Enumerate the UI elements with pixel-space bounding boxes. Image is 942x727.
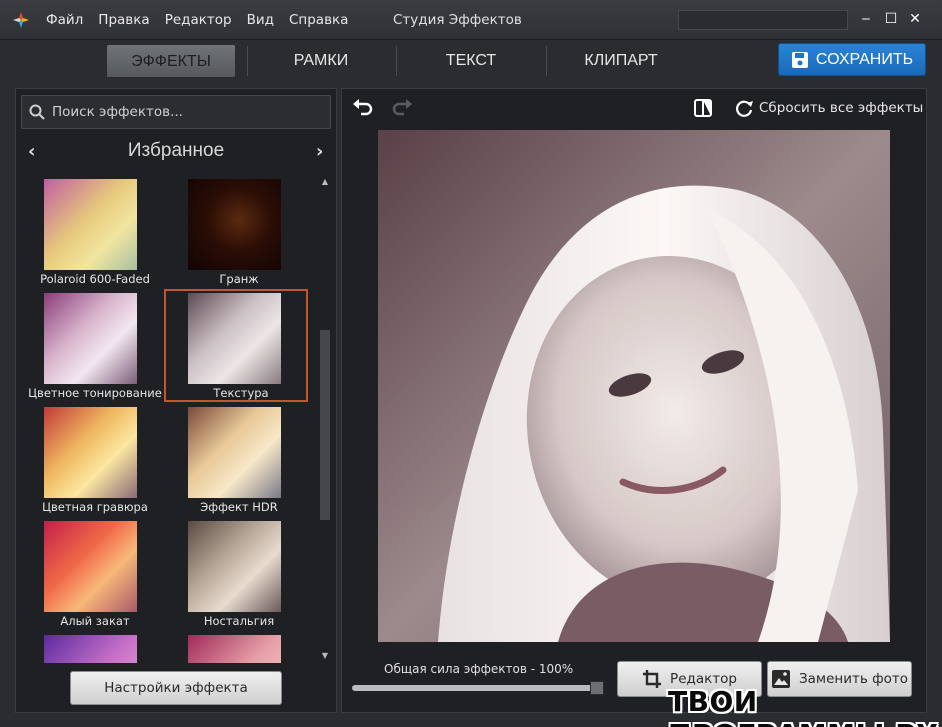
effect-label: Эффект HDR	[200, 500, 278, 514]
effect-strength-label: Общая сила эффектов - 100%	[384, 662, 574, 676]
effect-settings-button[interactable]: Настройки эффекта	[70, 671, 282, 705]
tab-effects[interactable]: ЭФФЕКТЫ	[106, 44, 236, 78]
category-switcher: Избранное ‹ ›	[16, 135, 336, 171]
effect-label: Polaroid 600-Faded	[40, 272, 150, 286]
search-icon	[29, 104, 45, 120]
redo-icon[interactable]	[391, 99, 413, 117]
title-bar: Файл Правка Редактор Вид Справка Студия …	[0, 0, 942, 40]
close-button[interactable]: ✕	[907, 10, 923, 28]
effect-label: Цветное тонирование	[28, 386, 162, 400]
scroll-down-arrow-icon[interactable]: ▼	[320, 651, 330, 661]
effect-thumbnail[interactable]	[164, 631, 308, 663]
crop-icon	[643, 670, 662, 688]
tab-frames[interactable]: РАМКИ	[256, 44, 386, 78]
tab-divider	[396, 46, 397, 76]
menu-editor[interactable]: Редактор	[165, 12, 232, 28]
reset-effects-label: Сбросить все эффекты	[759, 100, 924, 116]
scroll-up-arrow-icon[interactable]: ▲	[320, 177, 330, 187]
effect-preview-image	[44, 635, 137, 663]
effect-label: Цветная гравюра	[42, 500, 148, 514]
photo-preview	[378, 130, 890, 642]
effect-thumbnail[interactable]	[20, 631, 164, 663]
effect-preview-image	[188, 179, 281, 270]
effect-preview-image	[188, 293, 281, 384]
menu-file[interactable]: Файл	[46, 12, 83, 28]
category-title: Избранное	[127, 140, 225, 161]
effect-strength-slider[interactable]	[352, 685, 604, 691]
effect-thumbnail[interactable]: Гранж	[164, 175, 308, 288]
menu-help[interactable]: Справка	[289, 12, 348, 28]
effects-scrollbar[interactable]: ▲ ▼	[319, 175, 331, 663]
compare-icon[interactable]	[692, 97, 714, 119]
tab-divider	[546, 46, 547, 76]
menu-edit[interactable]: Правка	[98, 12, 149, 28]
maximize-button[interactable]: ☐	[883, 10, 899, 28]
effect-thumbnail[interactable]: Цветная гравюра	[20, 403, 164, 516]
effect-preview-image	[44, 407, 137, 498]
next-category-button[interactable]: ›	[316, 141, 323, 162]
undo-icon[interactable]	[352, 99, 374, 117]
effect-preview-image	[44, 293, 137, 384]
effect-thumbnail[interactable]: Цветное тонирование	[20, 289, 164, 402]
save-button[interactable]: СОХРАНИТЬ	[778, 43, 926, 76]
search-box	[21, 95, 331, 129]
effect-thumbnail[interactable]: Эффект HDR	[164, 403, 308, 516]
window-title: Студия Эффектов	[393, 12, 522, 28]
app-logo-icon	[13, 12, 29, 28]
prev-category-button[interactable]: ‹	[28, 141, 35, 162]
effect-thumbnail[interactable]: Алый закат	[20, 517, 164, 630]
effect-label: Гранж	[219, 272, 259, 286]
refresh-icon	[736, 100, 753, 117]
reset-effects-button[interactable]: Сбросить все эффекты	[734, 96, 923, 120]
effects-panel: Избранное ‹ › Polaroid 600-Faded Гранж Ц…	[15, 88, 337, 713]
search-input[interactable]	[52, 96, 322, 128]
effect-preview-image	[188, 407, 281, 498]
site-watermark: ТВОИ ПРОГРАММЫ РУ	[668, 685, 938, 727]
floppy-disk-icon	[791, 51, 808, 68]
effect-label: Ностальгия	[203, 614, 275, 628]
effect-thumbnail[interactable]: Ностальгия	[164, 517, 308, 630]
slider-fill	[352, 685, 604, 691]
title-bar-field	[678, 10, 848, 30]
minimize-button[interactable]: ‒	[858, 10, 874, 28]
effect-label: Алый закат	[60, 614, 130, 628]
scrollbar-thumb[interactable]	[320, 330, 330, 520]
effect-preview-image	[188, 635, 281, 663]
menu-view[interactable]: Вид	[247, 12, 274, 28]
effect-thumbnail[interactable]: Polaroid 600-Faded	[20, 175, 164, 288]
tab-divider	[247, 46, 248, 76]
effect-preview-image	[44, 179, 137, 270]
effects-grid: Polaroid 600-Faded Гранж Цветное тониров…	[16, 175, 320, 663]
effect-preview-image	[188, 521, 281, 612]
preview-panel: Сбросить все эффекты Общая сила эффектов…	[341, 88, 927, 713]
save-button-label: СОХРАНИТЬ	[815, 50, 914, 68]
effect-label: Текстура	[213, 386, 269, 400]
effect-preview-image	[44, 521, 137, 612]
effect-thumbnail-selected[interactable]: Текстура	[164, 289, 308, 402]
tab-clipart[interactable]: КЛИПАРТ	[556, 44, 686, 78]
tab-text[interactable]: ТЕКСТ	[406, 44, 536, 78]
slider-handle[interactable]	[590, 681, 604, 695]
menu-bar: Файл Правка Редактор Вид Справка	[46, 12, 363, 28]
